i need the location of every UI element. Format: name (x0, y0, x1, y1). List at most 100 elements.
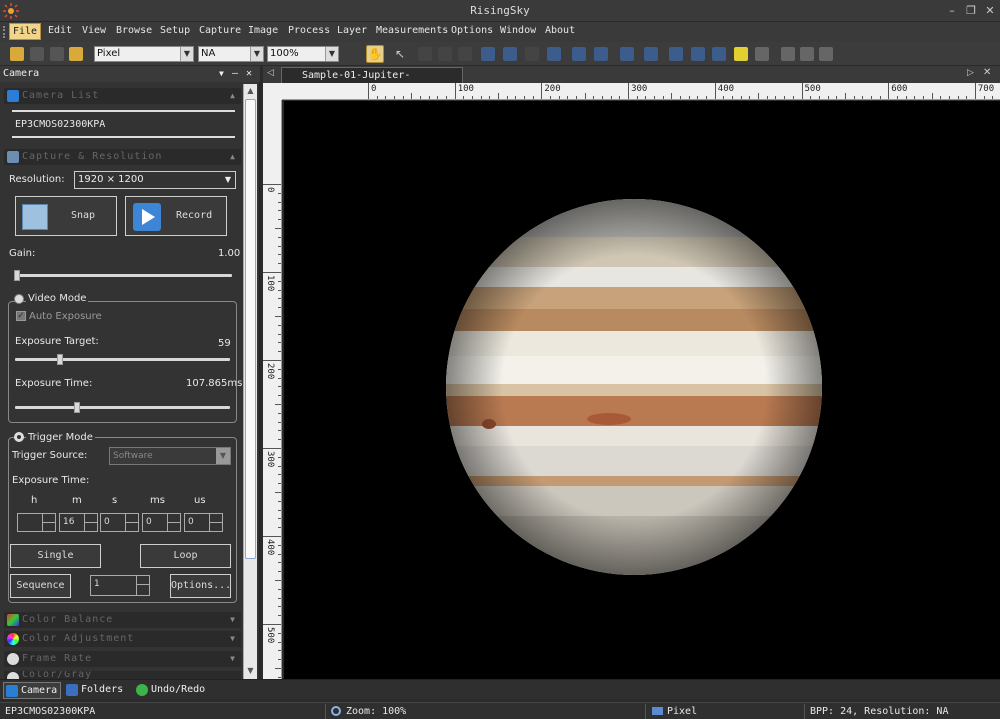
scroll-thumb[interactable] (245, 99, 256, 559)
ruler-tick (628, 83, 630, 99)
color-adjustment-header[interactable]: Color Adjustment ▼ (4, 631, 241, 647)
trigger-options-button[interactable]: Options... (170, 574, 231, 598)
exposure-target-thumb[interactable] (56, 354, 63, 365)
trigger-source-select[interactable]: Software ▼ (109, 447, 231, 465)
hand-tool-icon[interactable]: ✋ (366, 45, 384, 63)
ruler-tick (275, 492, 281, 493)
open-folder-icon[interactable] (10, 47, 24, 61)
calibrate-icon[interactable] (734, 47, 748, 61)
minutes-stepper[interactable]: 16 (59, 513, 98, 532)
seconds-stepper[interactable]: 0 (100, 513, 139, 532)
color-gray-header[interactable]: Color/Gray (4, 671, 241, 679)
text-tool-icon[interactable] (755, 47, 769, 61)
minimize-icon[interactable]: – (944, 3, 960, 19)
loop-button[interactable]: Loop (140, 544, 231, 568)
menu-measurements[interactable]: Measurements (376, 25, 448, 36)
image-canvas[interactable] (284, 101, 1000, 679)
menu-capture[interactable]: Capture (199, 25, 241, 36)
gain-slider[interactable] (14, 274, 232, 277)
exposure-time-slider[interactable] (15, 406, 230, 409)
close-icon[interactable]: ✕ (982, 3, 998, 19)
scroll-down-icon[interactable]: ▼ (244, 664, 257, 678)
ruler-tick (278, 553, 281, 555)
ruler-tick (463, 96, 465, 99)
auto-exposure-checkbox[interactable]: ✓ (16, 311, 26, 321)
ruler-tick (992, 96, 994, 99)
color-balance-header[interactable]: Color Balance ▼ (4, 612, 241, 628)
calibration-select[interactable]: NA ▼ (198, 46, 264, 62)
menu-about[interactable]: About (545, 25, 575, 36)
panel-scrollbar[interactable]: ▲ ▼ (243, 84, 257, 679)
hours-stepper[interactable] (17, 513, 56, 532)
restore-icon[interactable]: ❐ (963, 3, 979, 19)
gain-slider-thumb[interactable] (14, 270, 20, 281)
pin-icon[interactable]: ▼ (219, 66, 224, 82)
ruler-tick (278, 439, 281, 441)
ruler-tick (278, 527, 281, 529)
count-tool-icon[interactable] (691, 47, 705, 61)
menu-layer[interactable]: Layer (337, 25, 367, 36)
ellipse-tool-icon[interactable] (458, 47, 472, 61)
menu-file[interactable]: File (9, 23, 42, 40)
camera-list-item[interactable]: EP3CMOS02300KPA (15, 119, 105, 130)
polygon-tool-icon[interactable] (547, 47, 561, 61)
pen-tool-icon[interactable] (481, 47, 495, 61)
menu-window[interactable]: Window (500, 25, 536, 36)
arc-tool-icon[interactable] (525, 47, 539, 61)
exposure-time-thumb[interactable] (73, 402, 80, 413)
pointer-icon[interactable]: ↖ (395, 47, 409, 61)
exposure-target-value: 59 (218, 338, 231, 349)
circle-tool-icon[interactable] (572, 47, 586, 61)
zoom-select[interactable]: 100% ▼ (267, 46, 339, 62)
unit-select[interactable]: Pixel ▼ (94, 46, 194, 62)
milliseconds-stepper[interactable]: 0 (142, 513, 181, 532)
panel-close-icon[interactable]: ✕ (246, 66, 252, 82)
arrow-tool-icon[interactable] (669, 47, 683, 61)
layers-icon[interactable] (781, 47, 795, 61)
frame-rate-header[interactable]: Frame Rate ▼ (4, 651, 241, 667)
tab-undo-redo[interactable]: Undo/Redo (134, 682, 214, 699)
scroll-up-icon[interactable]: ▲ (244, 84, 257, 98)
menu-browse[interactable]: Browse (116, 25, 152, 36)
menu-setup[interactable]: Setup (160, 25, 190, 36)
trigger-source-label: Trigger Source: (12, 450, 88, 461)
angle-tool-icon[interactable] (503, 47, 517, 61)
rect-tool-icon[interactable] (438, 47, 452, 61)
microseconds-stepper[interactable]: 0 (184, 513, 223, 532)
tab-close-icon[interactable]: ✕ (983, 67, 991, 78)
ruler-tick (263, 360, 281, 361)
camera-list-header[interactable]: Camera List ▲ (4, 88, 241, 104)
tab-camera[interactable]: Camera (3, 682, 61, 699)
record-button[interactable]: Record (125, 196, 227, 236)
sequence-count-stepper[interactable]: 1 (90, 575, 150, 596)
dock-icon[interactable]: ― (232, 66, 238, 82)
save-icon[interactable] (30, 47, 44, 61)
menu-image[interactable]: Image (248, 25, 278, 36)
menu-view[interactable]: View (82, 25, 106, 36)
document-tab[interactable]: Sample-01-Jupiter-640x480.jpg (281, 67, 463, 96)
ring-tool-icon[interactable] (594, 47, 608, 61)
export-icon[interactable] (800, 47, 814, 61)
save-all-icon[interactable] (50, 47, 64, 61)
browse-folder-icon[interactable] (69, 47, 83, 61)
exposure-target-slider[interactable] (15, 358, 230, 361)
menu-edit[interactable]: Edit (48, 25, 72, 36)
menu-options[interactable]: Options (451, 25, 493, 36)
grid-tool-icon[interactable] (712, 47, 726, 61)
sequence-button[interactable]: Sequence (10, 574, 71, 598)
tab-scroll-right-icon[interactable]: ▷ (967, 68, 974, 78)
report-icon[interactable] (819, 47, 833, 61)
snap-button[interactable]: Snap (15, 196, 117, 236)
tab-folders[interactable]: Folders (64, 682, 129, 699)
trigger-mode-radio[interactable] (14, 432, 24, 442)
line-tool-icon[interactable] (418, 47, 432, 61)
resolution-select[interactable]: 1920 × 1200 ▼ (74, 171, 236, 189)
tab-scroll-left-icon[interactable]: ◁ (267, 68, 274, 78)
video-mode-radio[interactable] (14, 294, 24, 304)
capture-resolution-header[interactable]: Capture & Resolution ▲ (4, 149, 241, 165)
single-button[interactable]: Single (10, 544, 101, 568)
point-tool-icon[interactable] (620, 47, 634, 61)
curve-tool-icon[interactable] (644, 47, 658, 61)
menu-process[interactable]: Process (288, 25, 330, 36)
chevron-down-icon: ▼ (216, 448, 230, 464)
